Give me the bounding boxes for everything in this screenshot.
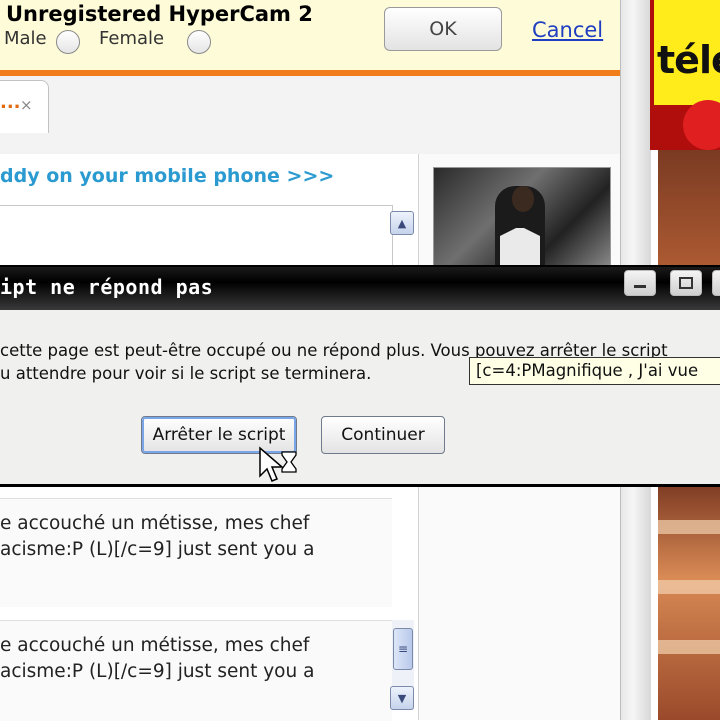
- recorder-watermark: Unregistered HyperCam 2: [6, 2, 313, 26]
- dialog-body: [0, 310, 720, 484]
- scrollbar-thumb[interactable]: ≡: [393, 628, 413, 670]
- female-radio[interactable]: [187, 30, 211, 54]
- close-icon[interactable]: ×: [20, 96, 33, 114]
- message-text: e accouché un métisse, mes chef: [0, 635, 310, 656]
- tooltip: [c=4:PMagnifique , J'ai vue: [469, 357, 720, 385]
- ad-stripe: [658, 520, 720, 534]
- cancel-link[interactable]: Cancel: [532, 18, 603, 42]
- ad-banner-text: télé: [657, 38, 720, 82]
- minimize-icon[interactable]: [624, 270, 656, 296]
- maximize-icon[interactable]: [670, 270, 702, 296]
- scroll-down-icon[interactable]: ▼: [390, 686, 414, 710]
- ok-button[interactable]: OK: [384, 7, 502, 51]
- message-text: acisme:P (L)[/c=9] just sent you a: [0, 661, 315, 682]
- dialog-title: ipt ne répond pas: [0, 275, 214, 299]
- tab-bar: [0, 76, 620, 155]
- mobile-promo-link[interactable]: ddy on your mobile phone >>>: [0, 165, 334, 187]
- tab-label: ...: [0, 92, 21, 113]
- chat-history: [0, 205, 393, 267]
- photo-shirt: [500, 228, 540, 268]
- female-label: Female: [99, 28, 165, 49]
- continue-button[interactable]: Continuer: [321, 416, 445, 454]
- message-text: acisme:P (L)[/c=9] just sent you a: [0, 539, 315, 560]
- busy-cursor-icon: [259, 446, 297, 482]
- scroll-up-icon[interactable]: ▲: [390, 211, 414, 235]
- photo-head: [512, 186, 534, 212]
- male-radio[interactable]: [56, 30, 80, 54]
- ad-stripe: [658, 640, 720, 654]
- dialog-message-line-2: u attendre pour voir si le script se ter…: [0, 364, 372, 383]
- close-window-icon[interactable]: [712, 270, 720, 296]
- ad-stripe: [658, 580, 720, 594]
- male-label: Male: [4, 28, 47, 49]
- message-text: e accouché un métisse, mes chef: [0, 513, 310, 534]
